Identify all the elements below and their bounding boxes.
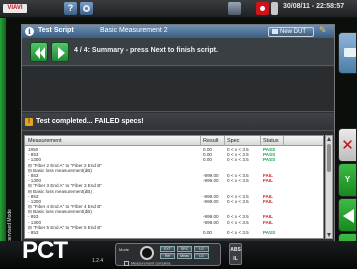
side-button-refresh[interactable]: Y	[338, 163, 357, 197]
cell-result: 0.00	[203, 230, 212, 235]
new-dut-button[interactable]: New DUT	[268, 27, 314, 37]
table-scrollbar[interactable]	[325, 135, 333, 239]
mode-button-ref[interactable]: Ref	[160, 253, 175, 259]
side-button-screen[interactable]	[338, 32, 357, 74]
scroll-up-icon[interactable]	[327, 137, 331, 141]
chevron-right-icon	[58, 47, 65, 59]
chevron-left-icon	[40, 47, 45, 59]
monitor-icon[interactable]	[228, 2, 241, 15]
pct-brand: PCT	[22, 237, 68, 264]
wrench-icon[interactable]: ✎	[319, 26, 327, 36]
cell-status: PASS	[263, 230, 276, 235]
mode-dial[interactable]	[140, 246, 154, 260]
mode-button-src[interactable]: SRC	[177, 246, 192, 252]
column-header-result[interactable]: Result	[203, 138, 219, 144]
mode-button-ext[interactable]: EXT	[160, 246, 175, 252]
scroll-down-icon[interactable]	[327, 233, 331, 237]
new-dut-label: New DUT	[280, 29, 307, 35]
dialog-title: Test Script	[38, 27, 74, 34]
column-divider	[200, 136, 201, 146]
step-navigation: 4 / 4: Summary - press Next to finish sc…	[22, 38, 334, 66]
abs-label: ABS	[230, 247, 241, 253]
brand-logo: VIAVI	[3, 4, 27, 13]
version-label: 1.2.4	[92, 258, 104, 264]
warning-icon: !	[25, 118, 33, 126]
clock: 30/08/11 - 22:58:57	[283, 3, 345, 10]
column-divider	[283, 136, 284, 146]
mode-label: Mode	[119, 247, 130, 252]
battery-icon	[271, 2, 278, 15]
column-divider	[224, 136, 225, 146]
help-icon[interactable]: ?	[64, 2, 77, 15]
measurement-complete-checkbox[interactable]: Measurement complete	[124, 261, 171, 266]
column-divider	[260, 136, 261, 146]
measurement-mode-panel: Mode EXT SRC LS Ref Meas LD Measurement …	[115, 243, 221, 266]
info-icon: i	[25, 27, 34, 36]
results-table: Measurement Result Spec Status 1850 0.00 0…	[24, 135, 324, 239]
abs-button[interactable]: ABS IL	[229, 243, 242, 265]
test-script-dialog: i Test Script Basic Measurement 2 New DU…	[21, 24, 335, 242]
script-log-area	[22, 67, 334, 112]
side-mode-text: Supervised Mode	[7, 209, 13, 248]
mode-button-ls[interactable]: LS	[194, 246, 209, 252]
abs-sub-label: IL	[233, 256, 238, 262]
settings-icon[interactable]	[80, 2, 93, 15]
cell-measurement: - 853	[28, 230, 39, 235]
column-header-status[interactable]: Status	[263, 138, 279, 144]
step-instruction: 4 / 4: Summary - press Next to finish sc…	[74, 47, 218, 54]
side-button-back[interactable]	[338, 198, 357, 232]
top-status-bar: VIAVI ? 30/08/11 - 22:58:57	[0, 0, 357, 18]
scroll-thumb[interactable]	[327, 144, 331, 172]
side-button-close[interactable]: ✕	[338, 128, 357, 162]
cell-spec: 0 < x < 3.5	[227, 230, 249, 235]
column-header-spec[interactable]: Spec	[227, 138, 240, 144]
mode-button-ld[interactable]: LD	[194, 253, 209, 259]
test-name: Basic Measurement 2	[100, 27, 168, 34]
mode-button-meas[interactable]: Meas	[177, 253, 192, 259]
previous-step-button[interactable]	[30, 42, 48, 62]
result-status-text: Test completed... FAILED specs!	[36, 118, 144, 125]
column-header-measurement[interactable]: Measurement	[28, 138, 62, 144]
result-status-row: ! Test completed... FAILED specs!	[22, 113, 334, 131]
dut-icon	[272, 28, 278, 34]
record-icon[interactable]	[256, 2, 269, 15]
next-step-button[interactable]	[51, 42, 69, 62]
left-edge-strip	[0, 18, 6, 248]
table-body: 1850 0.00 0 < x < 3.5 PASS - 853 0.00 0 < x < …	[25, 147, 323, 235]
dialog-title-bar: i Test Script Basic Measurement 2 New DU…	[22, 25, 334, 38]
table-row[interactable]: - 853 0.00 0 < x < 3.5 PASS	[25, 230, 323, 235]
table-header: Measurement Result Spec Status	[25, 136, 323, 146]
